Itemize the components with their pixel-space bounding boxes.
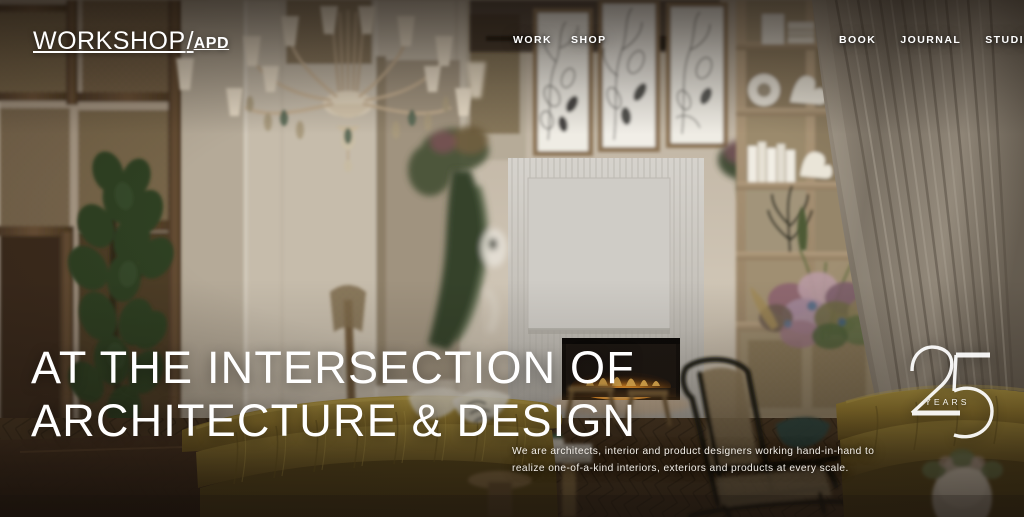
intro-line-1: We are architects, interior and product … <box>512 446 875 457</box>
anniversary-25-years-mark: YEARS <box>898 335 1006 447</box>
logo-slash: / <box>186 27 194 55</box>
anniversary-caption: YEARS <box>925 397 970 407</box>
nav-link-journal[interactable]: JOURNAL <box>900 34 961 46</box>
headline-line-1: AT THE INTERSECTION OF <box>31 342 635 393</box>
nav-link-shop[interactable]: SHOP <box>571 34 607 46</box>
nav-link-studio[interactable]: STUDIO <box>985 34 1024 46</box>
nav-link-book[interactable]: BOOK <box>839 34 876 46</box>
hero-section: WORKSHOP / APD WORK SHOP BOOK JOURNAL ST… <box>0 0 1024 517</box>
hero-intro-paragraph: We are architects, interior and product … <box>512 443 878 477</box>
headline-line-2: ARCHITECTURE & DESIGN <box>31 395 637 446</box>
nav-link-work[interactable]: WORK <box>513 34 552 46</box>
site-logo[interactable]: WORKSHOP / APD <box>33 29 229 54</box>
anniversary-numeral-25-icon <box>910 345 994 439</box>
logo-word-apd: APD <box>193 35 230 52</box>
intro-line-2: realize one-of-a-kind interiors, exterio… <box>512 463 849 474</box>
site-header: WORKSHOP / APD WORK SHOP BOOK JOURNAL ST… <box>0 0 1024 80</box>
primary-nav-left: WORK SHOP <box>513 34 607 46</box>
primary-nav-right: BOOK JOURNAL STUDIO <box>839 34 1024 46</box>
hero-headline: AT THE INTERSECTION OF ARCHITECTURE & DE… <box>31 341 636 447</box>
logo-word-workshop: WORKSHOP <box>33 27 186 55</box>
